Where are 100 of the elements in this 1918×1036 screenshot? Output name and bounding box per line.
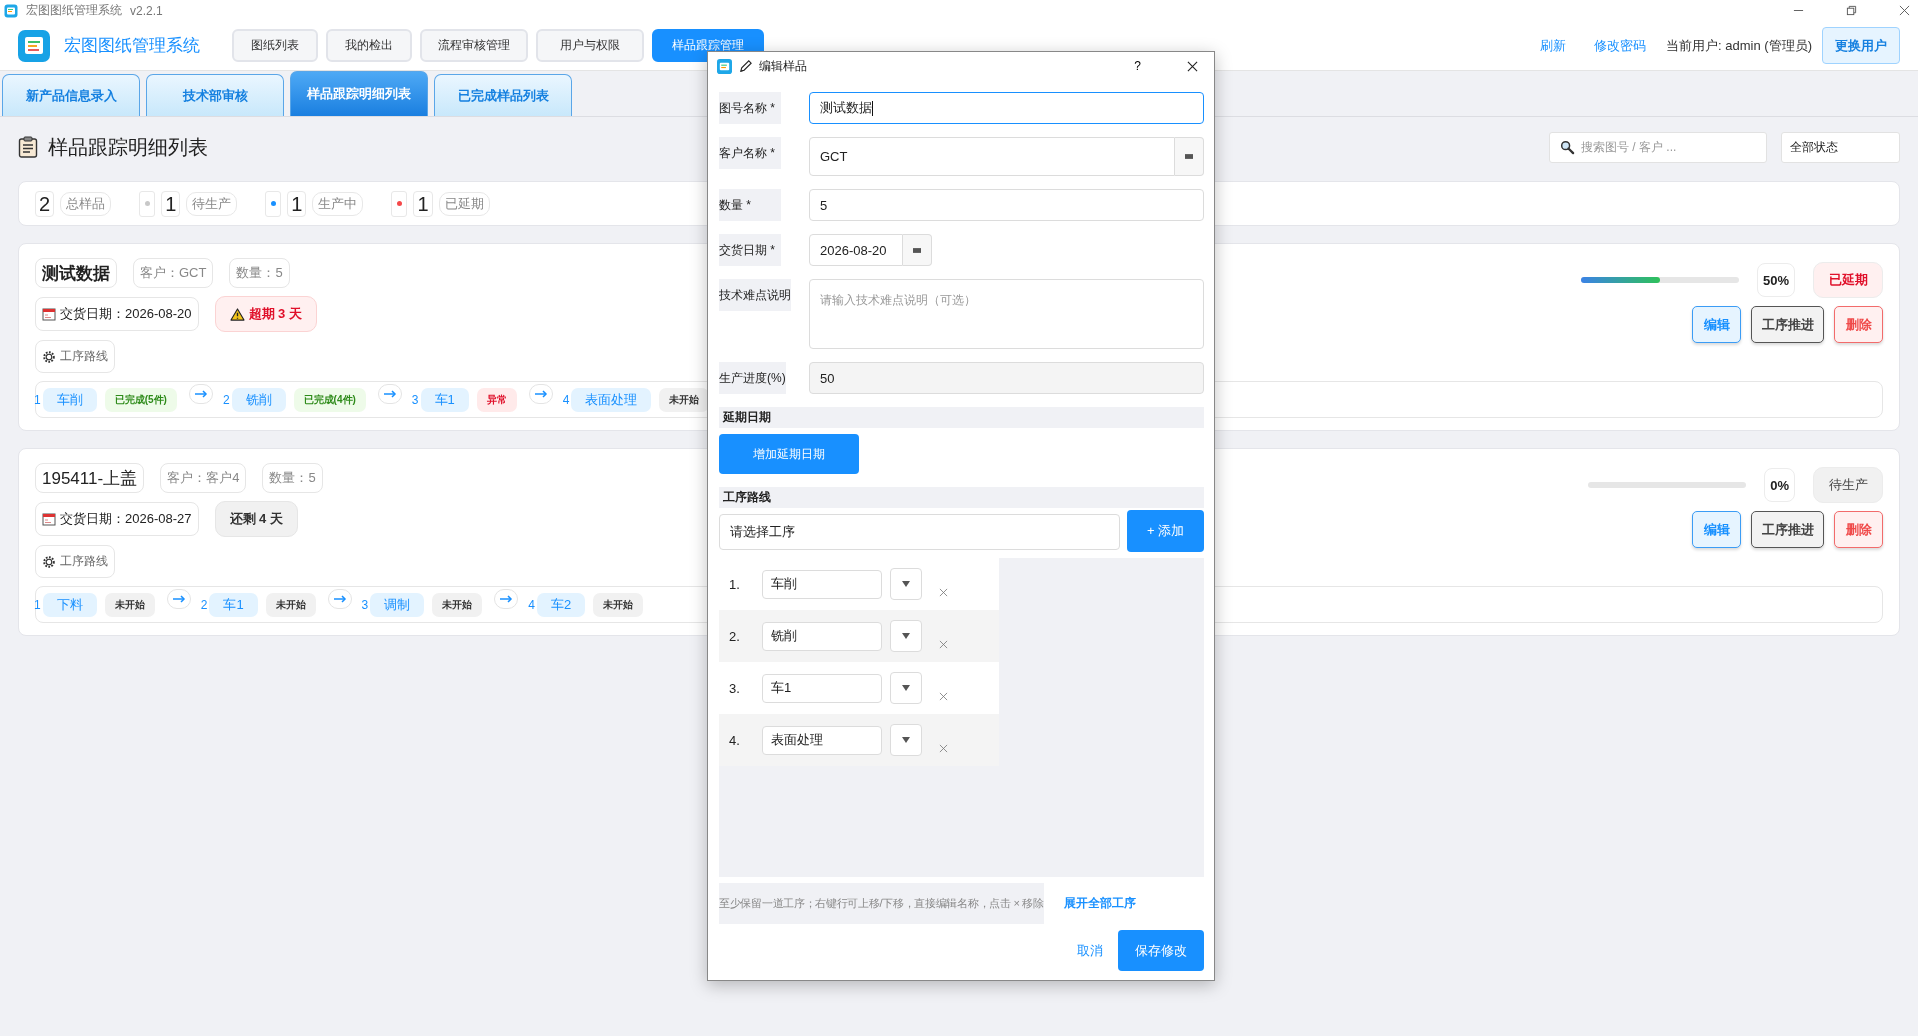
delivery-date: 交货日期：2026-08-20: [60, 305, 192, 323]
step-status: 未开始: [432, 592, 483, 617]
stat-label: 待生产: [186, 191, 238, 216]
progress-percent: 50%: [1756, 263, 1795, 297]
close-icon[interactable]: [1187, 60, 1198, 72]
remove-icon[interactable]: [939, 587, 948, 597]
dash-icon: [1185, 154, 1193, 159]
status-dropdown[interactable]: 全部状态: [1781, 131, 1900, 163]
step-number: 2.: [729, 628, 741, 644]
sample-name: 测试数据: [35, 258, 117, 288]
date-field[interactable]: 2026-08-20: [809, 234, 903, 266]
window-title: 宏图图纸管理系统: [26, 2, 122, 19]
search-icon: [1560, 139, 1575, 155]
app-icon: [4, 3, 18, 18]
picker-button[interactable]: [1175, 137, 1204, 176]
caret-icon: [902, 736, 910, 744]
add-delay-button[interactable]: 增加延期日期: [719, 434, 859, 474]
tab[interactable]: 技术部审核: [146, 74, 284, 116]
nav-tab[interactable]: 流程审核管理: [420, 29, 528, 62]
switch-user-button[interactable]: 更换用户: [1822, 27, 1900, 64]
remove-icon[interactable]: [939, 743, 948, 753]
help-button[interactable]: ?: [1130, 59, 1145, 73]
date-picker-button[interactable]: [903, 234, 932, 266]
step-number: 2: [222, 392, 230, 407]
field-label: 图号名称 *: [719, 92, 781, 124]
step-name-field[interactable]: 车削: [762, 569, 882, 599]
step-name: 铣削: [231, 387, 286, 412]
search-field[interactable]: 搜索图号 / 客户 ...: [1549, 131, 1767, 163]
header-link[interactable]: 修改密码: [1594, 36, 1647, 55]
step-name-field[interactable]: 铣削: [762, 621, 882, 651]
text-area[interactable]: 请输入技术难点说明（可选）: [809, 279, 1204, 349]
step-name: 车削: [42, 387, 97, 412]
gear-icon: [42, 554, 56, 569]
step-status: 未开始: [265, 592, 316, 617]
progress-field: 50: [809, 362, 1204, 394]
step-status: 异常: [476, 387, 517, 412]
dropdown-button[interactable]: [890, 620, 922, 652]
progress-percent: 0%: [1764, 468, 1795, 502]
stat-label: 生产中: [312, 191, 364, 216]
calendar-icon: [42, 307, 56, 321]
stat-count: 1: [287, 190, 307, 217]
action-button[interactable]: 工序推进: [1751, 306, 1824, 343]
action-button[interactable]: 工序推进: [1751, 511, 1824, 548]
tab[interactable]: 已完成样品列表: [434, 74, 572, 116]
restore-icon[interactable]: [1846, 5, 1857, 16]
current-user: 当前用户: admin (管理员): [1666, 36, 1812, 55]
action-button[interactable]: 编辑: [1692, 306, 1741, 343]
nav-tab[interactable]: 图纸列表: [232, 29, 318, 62]
save-button[interactable]: 保存修改: [1118, 930, 1204, 971]
action-button[interactable]: 删除: [1834, 306, 1883, 343]
field-label: 生产进度(%): [719, 362, 786, 394]
caret-icon: [902, 580, 910, 588]
dash-icon: [913, 247, 921, 253]
text-field[interactable]: 测试数据: [809, 92, 1204, 124]
customer-field[interactable]: GCT: [809, 137, 1175, 176]
step-name-field[interactable]: 车1: [762, 673, 882, 703]
step-select[interactable]: 请选择工序: [719, 514, 1120, 550]
dropdown-button[interactable]: [890, 724, 922, 756]
stat-count: 1: [413, 190, 433, 217]
caret-icon: [902, 684, 910, 692]
app-logo-icon: [18, 29, 50, 62]
step-status: 未开始: [104, 592, 155, 617]
nav-tab[interactable]: 用户与权限: [536, 29, 644, 62]
cancel-button[interactable]: 取消: [1077, 941, 1103, 960]
remove-icon[interactable]: [939, 691, 948, 701]
action-button[interactable]: 删除: [1834, 511, 1883, 548]
route-label: 工序路线: [60, 348, 108, 365]
stat-label: 已延期: [438, 191, 490, 216]
due-badge: 还剩 4 天: [214, 501, 298, 537]
remove-icon[interactable]: [939, 639, 948, 649]
action-button[interactable]: 编辑: [1692, 511, 1741, 548]
step-number: 4: [562, 392, 570, 407]
nav-tab[interactable]: 我的检出: [326, 29, 412, 62]
calendar-icon: [42, 512, 56, 526]
text-field[interactable]: 5: [809, 189, 1204, 221]
app-name: 宏图图纸管理系统: [64, 35, 201, 57]
caret-icon: [902, 632, 910, 640]
step-name: 调制: [370, 592, 425, 617]
expand-link[interactable]: 展开全部工序: [1063, 895, 1136, 912]
pencil-icon: [738, 58, 753, 74]
field-label: 技术难点说明: [719, 279, 791, 311]
warning-icon: [229, 307, 245, 321]
customer-label: 客户：GCT: [133, 258, 214, 288]
header-link[interactable]: 刷新: [1540, 36, 1567, 55]
tab[interactable]: 样品跟踪明细列表: [290, 71, 428, 116]
add-button[interactable]: + 添加: [1127, 510, 1204, 552]
step-name-field[interactable]: 表面处理: [762, 725, 882, 755]
section-header: 延期日期: [719, 407, 1204, 428]
tab[interactable]: 新产品信息录入: [2, 74, 140, 116]
dropdown-button[interactable]: [890, 672, 922, 704]
step-number: 4.: [729, 732, 741, 748]
stat-count: 2: [35, 190, 55, 217]
field-label: 数量 *: [719, 189, 781, 221]
step-number: 1.: [729, 576, 741, 592]
status-badge: 待生产: [1813, 467, 1883, 503]
route-label: 工序路线: [60, 553, 108, 570]
step-status: 已完成(5件): [104, 387, 177, 412]
step-number: 4: [528, 597, 535, 612]
dropdown-button[interactable]: [890, 568, 922, 600]
status-badge: 已延期: [1813, 262, 1883, 298]
